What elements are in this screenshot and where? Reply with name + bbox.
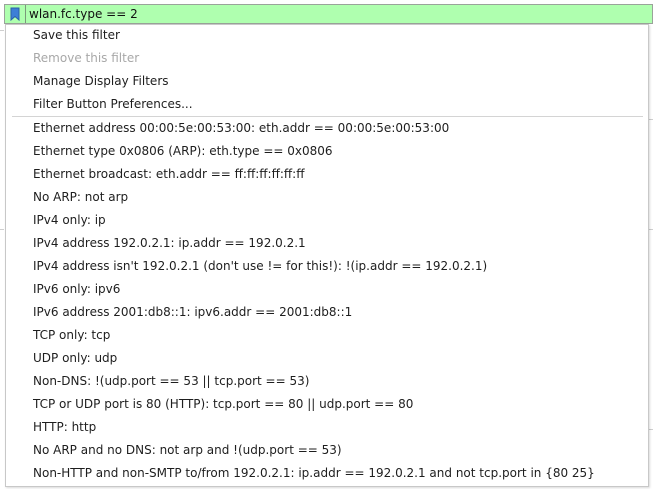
filter-bar-separator (25, 5, 26, 23)
menu-item-remove-filter[interactable]: Remove this filter (6, 47, 648, 70)
saved-filter-item[interactable]: HTTP: http (6, 416, 648, 439)
saved-filter-item[interactable]: No ARP and no DNS: not arp and !(udp.por… (6, 439, 648, 462)
saved-filter-item[interactable]: Ethernet address 00:00:5e:00:53:00: eth.… (6, 117, 648, 140)
background-divider (649, 229, 653, 230)
display-filter-input[interactable]: wlan.fc.type == 2 (29, 7, 138, 21)
background-divider (0, 229, 4, 230)
saved-filter-item[interactable]: Non-HTTP and non-SMTP to/from 192.0.2.1:… (6, 462, 648, 485)
saved-filter-item[interactable]: IPv4 only: ip (6, 209, 648, 232)
saved-filter-item[interactable]: IPv6 only: ipv6 (6, 278, 648, 301)
menu-item-save-filter[interactable]: Save this filter (6, 24, 648, 47)
saved-filter-item[interactable]: No ARP: not arp (6, 186, 648, 209)
filter-bookmark-menu: Save this filter Remove this filter Mana… (5, 24, 649, 487)
background-divider (649, 429, 653, 430)
display-filter-bar: wlan.fc.type == 2 (4, 4, 653, 24)
saved-filter-item[interactable]: Ethernet type 0x0806 (ARP): eth.type == … (6, 140, 648, 163)
saved-filter-item[interactable]: Non-DNS: !(udp.port == 53 || tcp.port ==… (6, 370, 648, 393)
background-divider (0, 30, 4, 31)
saved-filter-item[interactable]: IPv4 address 192.0.2.1: ip.addr == 192.0… (6, 232, 648, 255)
filter-bookmark-button[interactable] (7, 5, 23, 23)
saved-filter-item[interactable]: TCP or UDP port is 80 (HTTP): tcp.port =… (6, 393, 648, 416)
bookmark-icon (10, 7, 20, 21)
menu-item-manage-display-filters[interactable]: Manage Display Filters (6, 70, 648, 93)
background-divider (649, 119, 653, 120)
menu-item-filter-button-preferences[interactable]: Filter Button Preferences... (6, 93, 648, 116)
saved-filter-item[interactable]: IPv4 address isn't 192.0.2.1 (don't use … (6, 255, 648, 278)
saved-filter-item[interactable]: Ethernet broadcast: eth.addr == ff:ff:ff… (6, 163, 648, 186)
saved-filter-item[interactable]: TCP only: tcp (6, 324, 648, 347)
wireshark-window: wlan.fc.type == 2 Save this filter Remov… (0, 0, 653, 489)
saved-filter-item[interactable]: UDP only: udp (6, 347, 648, 370)
saved-filter-item[interactable]: IPv6 address 2001:db8::1: ipv6.addr == 2… (6, 301, 648, 324)
